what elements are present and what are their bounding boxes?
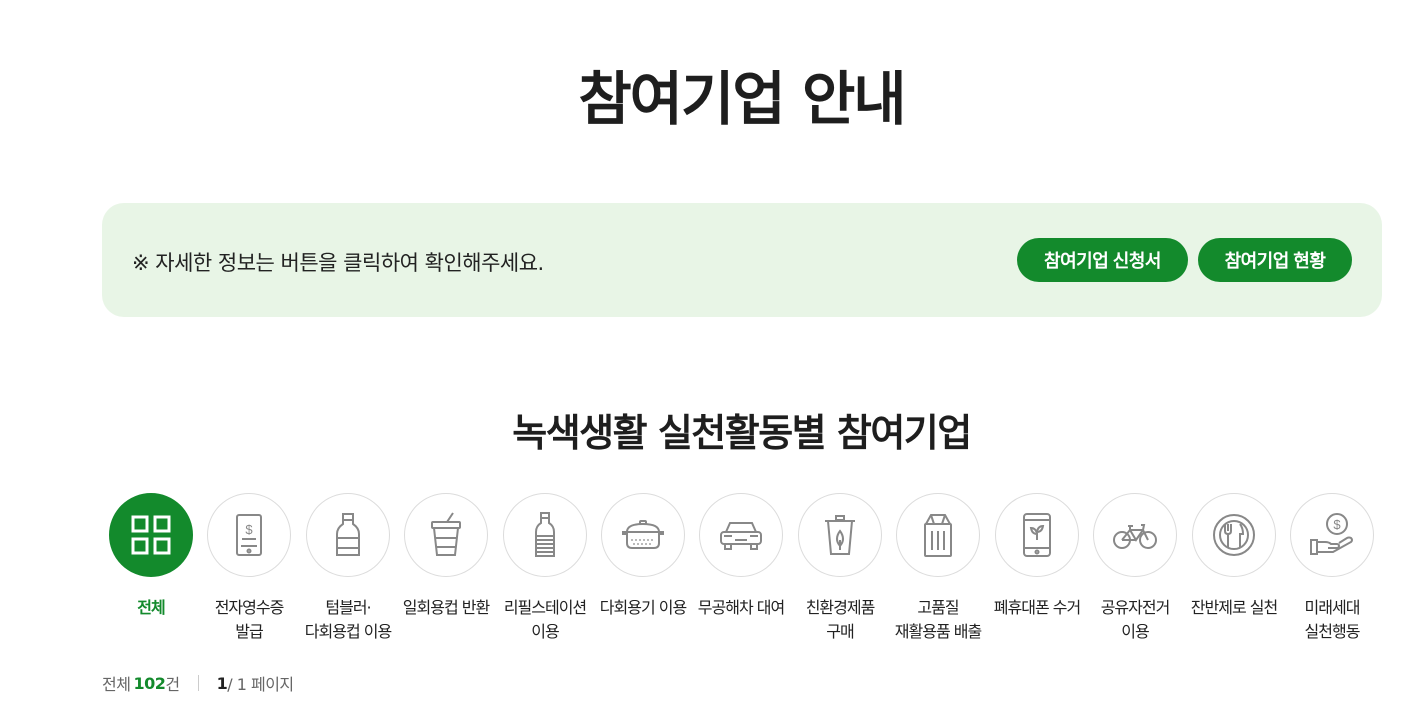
info-box: ※ 자세한 정보는 버튼을 클릭하여 확인해주세요. 참여기업 신청서 참여기업… <box>102 203 1382 317</box>
category-e-receipt[interactable]: $ 전자영수증 발급 <box>200 493 298 644</box>
phone-leaf-icon <box>1023 513 1051 557</box>
receipt-phone-icon: $ <box>236 514 262 556</box>
category-icon-circle <box>995 493 1079 577</box>
category-label: 텀블러· 다회용컵 이용 <box>304 598 392 641</box>
category-icon-circle <box>699 493 783 577</box>
category-label: 다회용기 이용 <box>599 598 687 617</box>
category-phone-collection[interactable]: 폐휴대폰 수거 <box>988 493 1086 620</box>
section-title: 녹색생활 실천활동별 참여기업 <box>512 411 972 455</box>
grid-icon <box>131 515 171 555</box>
car-icon <box>720 522 762 550</box>
category-ev-rental[interactable]: 무공해차 대여 <box>692 493 790 620</box>
category-all[interactable]: 전체 <box>102 493 200 620</box>
container-icon <box>622 520 664 549</box>
category-filter-list: 전체 $ 전자영수증 발급 텀블러· 다회용컵 이용 일회용컵 반환 리필스테이… <box>0 493 1423 653</box>
category-future-generation[interactable]: $ 미래세대 실천행동 <box>1283 493 1381 644</box>
category-label: 전체 <box>137 598 165 617</box>
category-label: 공유자전거 이용 <box>1100 598 1171 641</box>
info-text: ※ 자세한 정보는 버튼을 클릭하여 확인해주세요. <box>132 251 544 275</box>
eco-bin-icon <box>825 515 855 555</box>
category-icon-circle <box>404 493 488 577</box>
category-icon-circle <box>503 493 587 577</box>
category-label: 리필스테이션 이용 <box>503 598 587 641</box>
bicycle-icon <box>1113 524 1157 549</box>
refill-bottle-icon <box>535 512 555 557</box>
category-label: 무공해차 대여 <box>697 598 785 617</box>
category-label: 미래세대 실천행동 <box>1304 598 1361 641</box>
result-summary: 전체 102 건 1 / 1 페이지 <box>102 672 294 695</box>
page-title: 참여기업 안내 <box>578 65 906 133</box>
category-icon-circle <box>601 493 685 577</box>
svg-text:$: $ <box>1333 517 1341 532</box>
category-zero-waste[interactable]: 잔반제로 실천 <box>1185 493 1283 620</box>
current-page: 1 <box>216 673 228 693</box>
hand-coin-icon: $ <box>1310 513 1353 555</box>
total-label: 전체 <box>102 675 131 694</box>
category-label: 고품질 재활용품 배출 <box>894 598 982 641</box>
svg-text:$: $ <box>245 522 253 537</box>
category-cup-return[interactable]: 일회용컵 반환 <box>397 493 495 620</box>
category-icon-circle <box>1192 493 1276 577</box>
category-icon-circle <box>798 493 882 577</box>
bottle-icon <box>336 513 360 556</box>
count-unit: 건 <box>165 675 180 694</box>
apply-form-button[interactable]: 참여기업 신청서 <box>1017 238 1188 282</box>
total-count: 102 <box>133 673 166 693</box>
category-icon-circle <box>109 493 193 577</box>
category-reusable-container[interactable]: 다회용기 이용 <box>594 493 692 620</box>
recycle-bin-icon <box>924 514 952 557</box>
category-recycling[interactable]: 고품질 재활용품 배출 <box>889 493 987 644</box>
category-tumbler[interactable]: 텀블러· 다회용컵 이용 <box>299 493 397 644</box>
category-icon-circle <box>306 493 390 577</box>
page-total: / 1 페이지 <box>227 675 294 694</box>
category-icon-circle: $ <box>207 493 291 577</box>
category-label: 폐휴대폰 수거 <box>993 598 1081 617</box>
category-label: 친환경제품 구매 <box>805 598 876 641</box>
category-shared-bicycle[interactable]: 공유자전거 이용 <box>1086 493 1184 644</box>
category-label: 일회용컵 반환 <box>402 598 490 617</box>
company-status-button[interactable]: 참여기업 현황 <box>1198 238 1352 282</box>
cup-icon <box>431 512 461 556</box>
category-eco-product[interactable]: 친환경제품 구매 <box>791 493 889 644</box>
category-label: 전자영수증 발급 <box>214 598 285 641</box>
category-icon-circle <box>1093 493 1177 577</box>
category-label: 잔반제로 실천 <box>1190 598 1278 617</box>
category-refill-station[interactable]: 리필스테이션 이용 <box>496 493 594 644</box>
summary-divider <box>197 675 199 691</box>
plate-cutlery-icon <box>1213 514 1255 556</box>
category-icon-circle <box>896 493 980 577</box>
category-icon-circle: $ <box>1290 493 1374 577</box>
